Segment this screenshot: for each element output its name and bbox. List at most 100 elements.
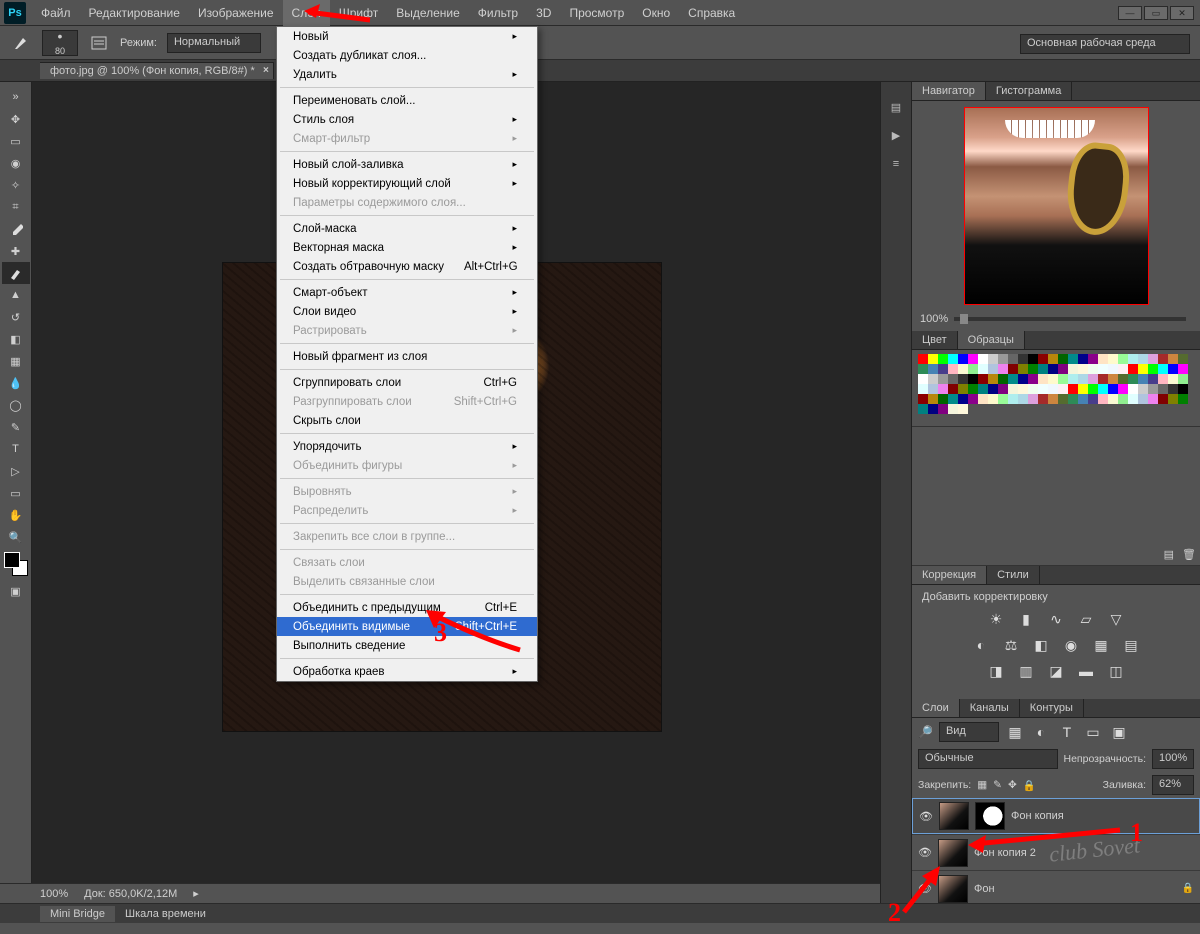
swatch[interactable] (948, 394, 958, 404)
swatch[interactable] (1168, 394, 1178, 404)
layer-row[interactable]: 👁Фон копия 2 (912, 834, 1200, 870)
layer-name[interactable]: Фон копия 2 (974, 847, 1036, 859)
menu-item[interactable]: Обработка краев (277, 662, 537, 681)
color-balance-icon[interactable]: ⚖ (1001, 635, 1021, 655)
filter-type-icon[interactable]: T (1057, 722, 1077, 742)
menu-item[interactable]: Слои видео (277, 302, 537, 321)
brush-panel-toggle[interactable] (88, 32, 110, 54)
layer-name[interactable]: Фон копия (1011, 810, 1064, 822)
status-menu-icon[interactable]: ▸ (193, 887, 199, 900)
quickmask-toggle[interactable]: ▣ (2, 580, 30, 602)
paths-tab[interactable]: Контуры (1020, 699, 1084, 717)
swatch[interactable] (1008, 384, 1018, 394)
properties-panel-icon[interactable]: ≡ (884, 152, 908, 176)
swatch[interactable] (1168, 384, 1178, 394)
swatch[interactable] (1028, 384, 1038, 394)
layer-row[interactable]: 👁Фон🔒 (912, 870, 1200, 906)
minimize-button[interactable]: — (1118, 6, 1142, 20)
swatch[interactable] (1038, 374, 1048, 384)
swatch[interactable] (1158, 364, 1168, 374)
invert-icon[interactable]: ◨ (986, 661, 1006, 681)
channel-mixer-icon[interactable]: ▦ (1091, 635, 1111, 655)
swatch[interactable] (948, 354, 958, 364)
swatch[interactable] (1098, 364, 1108, 374)
document-tab[interactable]: фото.jpg @ 100% (Фон копия, RGB/8#) * × (40, 62, 274, 79)
blend-mode-select[interactable]: Нормальный (167, 33, 261, 53)
swatch[interactable] (948, 364, 958, 374)
swatch[interactable] (1008, 354, 1018, 364)
brush-tool[interactable] (2, 262, 30, 284)
swatch[interactable] (1018, 394, 1028, 404)
swatch[interactable] (1148, 374, 1158, 384)
layer-blend-mode[interactable]: Обычные (918, 749, 1058, 769)
swatch[interactable] (928, 394, 938, 404)
close-button[interactable]: ✕ (1170, 6, 1194, 20)
swatch[interactable] (1178, 384, 1188, 394)
swatch[interactable] (1048, 364, 1058, 374)
swatch[interactable] (968, 354, 978, 364)
swatch[interactable] (918, 364, 928, 374)
swatch[interactable] (968, 364, 978, 374)
foreground-color-swatch[interactable] (4, 552, 20, 568)
swatch[interactable] (1148, 394, 1158, 404)
filter-smart-icon[interactable]: ▣ (1109, 722, 1129, 742)
styles-tab[interactable]: Стили (987, 566, 1040, 584)
menu-item[interactable]: Новый (277, 27, 537, 46)
swatches-grid[interactable] (912, 350, 1200, 426)
swatch[interactable] (1018, 354, 1028, 364)
move-tool[interactable]: ✥ (2, 108, 30, 130)
swatch[interactable] (1098, 354, 1108, 364)
menu-item[interactable]: Упорядочить (277, 437, 537, 456)
threshold-icon[interactable]: ◪ (1046, 661, 1066, 681)
navigator-tab[interactable]: Навигатор (912, 82, 986, 100)
history-panel-icon[interactable]: ▤ (884, 96, 908, 120)
history-brush-tool[interactable]: ↺ (2, 306, 30, 328)
swatch[interactable] (1168, 364, 1178, 374)
swatch[interactable] (1138, 354, 1148, 364)
vibrance-icon[interactable]: ▽ (1106, 609, 1126, 629)
menu-item[interactable]: Векторная маска (277, 238, 537, 257)
swatch[interactable] (958, 354, 968, 364)
dodge-tool[interactable]: ◯ (2, 394, 30, 416)
menu-шрифт[interactable]: Шрифт (330, 0, 387, 26)
color-tab[interactable]: Цвет (912, 331, 958, 349)
swatch[interactable] (978, 394, 988, 404)
swatch[interactable] (938, 354, 948, 364)
levels-icon[interactable]: ▮ (1016, 609, 1036, 629)
timeline-tab[interactable]: Шкала времени (115, 906, 216, 922)
gradient-tool[interactable]: ▦ (2, 350, 30, 372)
swatch[interactable] (998, 354, 1008, 364)
arrange-icon[interactable]: » (2, 86, 30, 108)
lock-pixels-icon[interactable]: ✎ (993, 779, 1002, 791)
close-document-icon[interactable]: × (263, 65, 269, 76)
magic-wand-tool[interactable]: ✧ (2, 174, 30, 196)
menu-фильтр[interactable]: Фильтр (469, 0, 527, 26)
swatch[interactable] (1148, 364, 1158, 374)
swatch[interactable] (1028, 374, 1038, 384)
swatch[interactable] (1178, 374, 1188, 384)
rectangle-tool[interactable]: ▭ (2, 482, 30, 504)
eyedropper-tool[interactable] (2, 218, 30, 240)
fill-value[interactable]: 62% (1152, 775, 1194, 795)
swatch[interactable] (1058, 364, 1068, 374)
swatch[interactable] (1058, 394, 1068, 404)
workspace-selector[interactable]: Основная рабочая среда (1020, 34, 1190, 54)
menu-item[interactable]: Переименовать слой... (277, 91, 537, 110)
swatch[interactable] (958, 384, 968, 394)
lock-position-icon[interactable]: ✥ (1008, 779, 1017, 791)
healing-brush-tool[interactable]: ✚ (2, 240, 30, 262)
menu-редактирование[interactable]: Редактирование (80, 0, 189, 26)
swatch[interactable] (1018, 374, 1028, 384)
color-lookup-icon[interactable]: ▤ (1121, 635, 1141, 655)
swatch[interactable] (1108, 374, 1118, 384)
swatch[interactable] (1148, 384, 1158, 394)
marquee-tool[interactable]: ▭ (2, 130, 30, 152)
swatch[interactable] (1048, 354, 1058, 364)
swatch[interactable] (1128, 384, 1138, 394)
swatch[interactable] (1098, 394, 1108, 404)
navigator-thumbnail[interactable] (964, 107, 1149, 305)
menu-слои[interactable]: Слои (283, 0, 330, 26)
filter-pixel-icon[interactable]: ▦ (1005, 722, 1025, 742)
swatch[interactable] (988, 354, 998, 364)
layer-name[interactable]: Фон (974, 883, 995, 895)
